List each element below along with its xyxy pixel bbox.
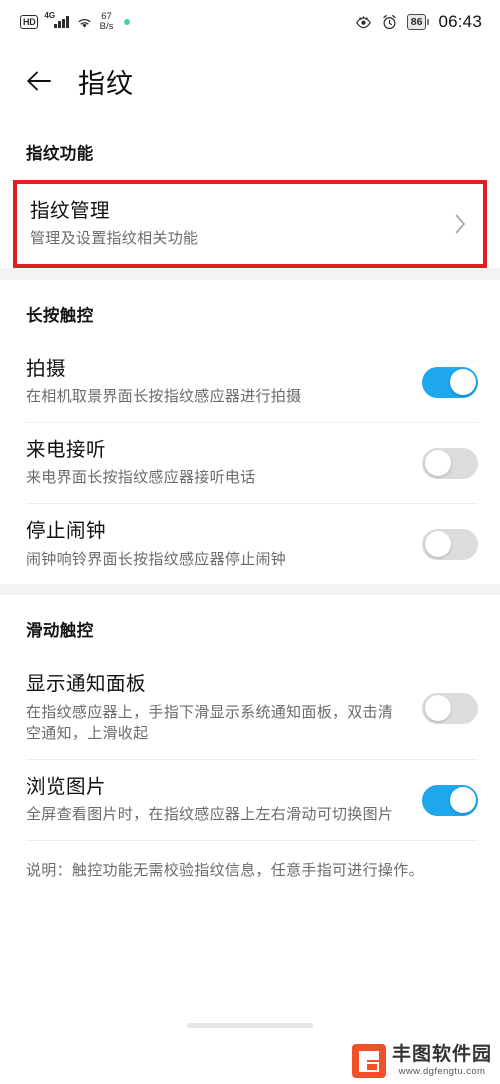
battery-percent-label: 86	[406, 14, 427, 30]
page-title: 指纹	[78, 68, 134, 99]
wifi-icon	[78, 18, 91, 28]
footer-note: 说明：触控功能无需校验指纹信息，任意手指可进行操作。	[26, 862, 424, 880]
phone-screen: HD 4G 67 B/s 86 06:43 指纹 指纹功能 指纹管理 管理及设置…	[0, 0, 500, 1084]
watermark-url: www.dgfengtu.com	[398, 1066, 486, 1078]
row-fingerprint-management[interactable]: 指纹管理 管理及设置指纹相关功能	[17, 184, 483, 265]
back-arrow-icon[interactable]	[26, 70, 52, 92]
row-title: 浏览图片	[26, 776, 107, 799]
highlight-box-fingerprint-management: 指纹管理 管理及设置指纹相关功能	[13, 180, 487, 269]
toggle-stop-alarm[interactable]	[422, 528, 478, 560]
row-texts: 显示通知面板 在指纹感应器上，手指下滑显示系统通知面板，双击清空通知，上滑收起	[26, 657, 406, 759]
row-title: 拍摄	[26, 358, 67, 381]
alarm-clock-icon	[383, 14, 396, 30]
hd-call-icon: HD	[20, 15, 39, 29]
section-header-fingerprint-features: 指纹功能	[26, 145, 94, 163]
toggle-browse-photos[interactable]	[422, 784, 478, 816]
chevron-right-icon	[455, 214, 465, 234]
section-header-long-press: 长按触控	[26, 307, 94, 326]
network-generation-label: 4G	[44, 11, 56, 21]
app-bar: 指纹	[0, 44, 500, 118]
toggle-camera-capture[interactable]	[422, 366, 478, 398]
toggle-show-notification-panel[interactable]	[422, 692, 478, 724]
network-speed-indicator: 67 B/s	[100, 12, 114, 32]
recording-indicator-icon	[124, 19, 131, 25]
watermark-brand: 丰图软件园	[391, 1043, 492, 1065]
home-gesture-bar[interactable]	[187, 1023, 313, 1028]
row-show-notification-panel[interactable]: 显示通知面板 在指纹感应器上，手指下滑显示系统通知面板，双击清空通知，上滑收起	[0, 657, 500, 760]
row-subtitle: 来电界面长按指纹感应器接听电话	[26, 469, 256, 487]
network-speed-unit: B/s	[99, 21, 114, 32]
toggle-knob	[424, 531, 451, 558]
row-title: 停止闹钟	[26, 520, 107, 543]
row-stop-alarm[interactable]: 停止闹钟 闹钟响铃界面长按指纹感应器停止闹钟	[0, 504, 500, 585]
watermark: 丰图软件园 www.dgfengtu.com	[351, 1043, 492, 1078]
eye-comfort-icon	[355, 16, 371, 29]
watermark-texts: 丰图软件园 www.dgfengtu.com	[391, 1043, 492, 1078]
signal-bars-icon: 4G	[44, 12, 69, 28]
row-title: 指纹管理	[30, 200, 111, 222]
section-gap	[0, 584, 500, 596]
row-title: 显示通知面板	[26, 673, 147, 696]
status-bar-left: HD 4G 67 B/s	[20, 12, 131, 32]
battery-cap	[427, 19, 430, 25]
toggle-knob	[424, 695, 451, 722]
fengtu-logo-inner	[366, 1062, 379, 1072]
status-bar-clock: 06:43	[438, 12, 482, 31]
section-header-swipe: 滑动触控	[26, 622, 94, 641]
row-answer-call[interactable]: 来电接听 来电界面长按指纹感应器接听电话	[0, 423, 500, 504]
row-camera-capture[interactable]: 拍摄 在相机取景界面长按指纹感应器进行拍摄	[0, 342, 500, 423]
toggle-answer-call[interactable]	[422, 447, 478, 479]
row-texts: 拍摄 在相机取景界面长按指纹感应器进行拍摄	[26, 342, 406, 422]
row-texts: 来电接听 来电界面长按指纹感应器接听电话	[26, 423, 406, 503]
fengtu-logo-icon	[351, 1044, 386, 1078]
battery-icon: 86	[406, 14, 430, 30]
row-subtitle: 全屏查看图片时，在指纹感应器上左右滑动可切换图片	[26, 806, 394, 824]
toggle-knob	[449, 787, 476, 814]
section-gap	[0, 268, 500, 281]
row-title: 来电接听	[26, 439, 107, 462]
status-bar: HD 4G 67 B/s 86 06:43	[0, 0, 500, 44]
toggle-knob	[449, 369, 476, 396]
row-texts: 停止闹钟 闹钟响铃界面长按指纹感应器停止闹钟	[26, 504, 406, 584]
row-browse-photos[interactable]: 浏览图片 全屏查看图片时，在指纹感应器上左右滑动可切换图片	[0, 760, 500, 841]
settings-content: 指纹功能 指纹管理 管理及设置指纹相关功能 长按触控 拍摄 在相机取景界面长按指…	[0, 118, 500, 906]
toggle-knob	[424, 450, 451, 477]
row-subtitle: 闹钟响铃界面长按指纹感应器停止闹钟	[26, 550, 287, 568]
row-subtitle: 在相机取景界面长按指纹感应器进行拍摄	[26, 388, 302, 406]
signal-bars-glyph	[54, 16, 69, 28]
row-subtitle: 在指纹感应器上，手指下滑显示系统通知面板，双击清空通知，上滑收起	[26, 703, 394, 743]
row-subtitle: 管理及设置指纹相关功能	[30, 230, 199, 248]
row-texts: 浏览图片 全屏查看图片时，在指纹感应器上左右滑动可切换图片	[26, 760, 406, 840]
row-texts: 指纹管理 管理及设置指纹相关功能	[30, 184, 444, 264]
status-bar-right: 86 06:43	[355, 12, 482, 32]
